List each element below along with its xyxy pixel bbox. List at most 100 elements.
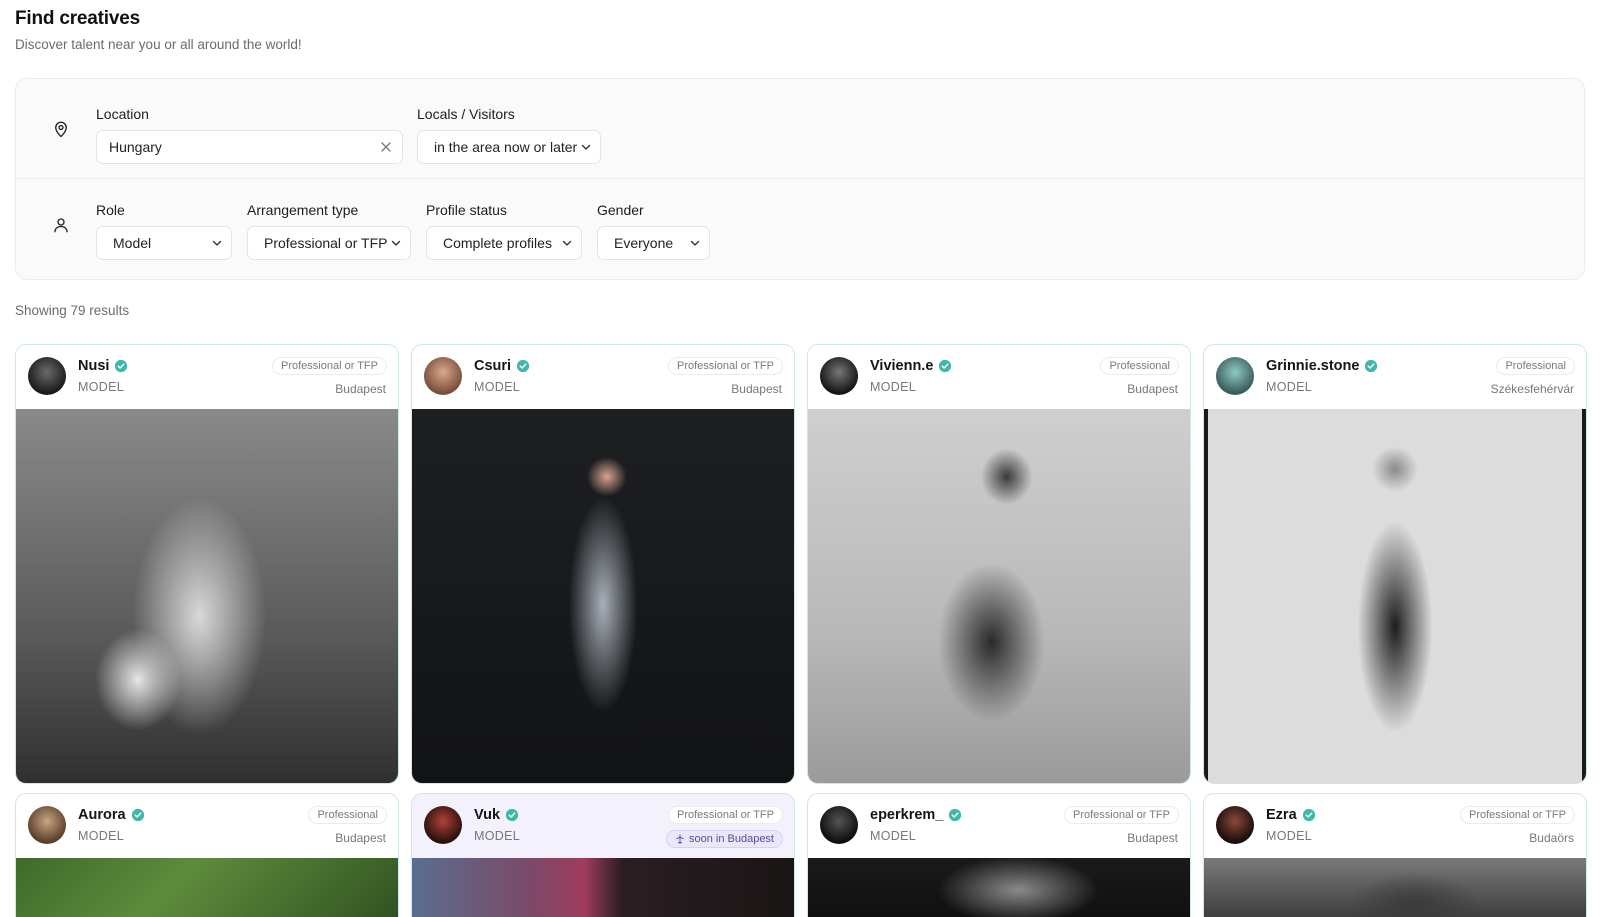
arrangement-badge: Professional or TFP (1063, 806, 1179, 824)
profile-card[interactable]: Ezra MODEL Professional or TFP Budaörs (1203, 793, 1587, 917)
verified-icon (516, 359, 530, 373)
arrangement-select[interactable]: Professional or TFP (247, 226, 411, 260)
role-value: Model (113, 235, 152, 251)
chevron-down-icon (212, 240, 222, 246)
role-select[interactable]: Model (96, 226, 232, 260)
user-icon (54, 218, 68, 233)
location-value: Hungary (109, 139, 162, 155)
profile-role: MODEL (1266, 829, 1312, 843)
avatar[interactable] (424, 806, 462, 844)
profile-photo[interactable] (808, 409, 1190, 783)
profile-name[interactable]: Aurora (78, 807, 145, 823)
role-filter: Role Model (96, 202, 232, 260)
profile-role: MODEL (474, 829, 520, 843)
page-title: Find creatives (15, 8, 140, 29)
profile-name[interactable]: eperkrem_ (870, 807, 962, 823)
locals-filter: Locals / Visitors in the area now or lat… (417, 106, 601, 164)
results-count: Showing 79 results (15, 303, 130, 318)
profile-role: MODEL (78, 380, 124, 394)
profile-name[interactable]: Ezra (1266, 807, 1316, 823)
profile-name-text: Csuri (474, 358, 512, 374)
profile-name[interactable]: Nusi (78, 358, 128, 374)
profile-card[interactable]: Nusi MODEL Professional or TFP Budapest (15, 344, 399, 784)
profile-name-text: Aurora (78, 807, 126, 823)
gender-label: Gender (597, 202, 644, 218)
profile-name-text: Vuk (474, 807, 501, 823)
avatar[interactable] (1216, 806, 1254, 844)
profile-city: Budapest (335, 382, 386, 396)
profile-card[interactable]: Aurora MODEL Professional Budapest (15, 793, 399, 917)
verified-icon (115, 359, 128, 373)
profile-role: MODEL (870, 829, 916, 843)
locals-select[interactable]: in the area now or later (417, 130, 601, 164)
profile-photo[interactable] (1204, 409, 1586, 783)
location-input[interactable]: Hungary (96, 130, 403, 164)
arrangement-badge: Professional (1496, 357, 1575, 375)
avatar[interactable] (820, 357, 858, 395)
arrangement-value: Professional or TFP (264, 235, 388, 251)
locals-label: Locals / Visitors (417, 106, 515, 122)
status-filter: Profile status Complete profiles (426, 202, 582, 260)
arrangement-label: Arrangement type (247, 202, 359, 218)
page-subtitle: Discover talent near you or all around t… (15, 37, 302, 52)
verified-icon (939, 359, 952, 373)
profile-city: Székesfehérvár (1490, 382, 1574, 396)
avatar[interactable] (424, 357, 462, 395)
profile-role: MODEL (870, 380, 916, 394)
arrangement-badge: Professional or TFP (667, 357, 783, 375)
locals-value: in the area now or later (434, 139, 578, 155)
location-label: Location (96, 106, 149, 122)
profile-photo[interactable] (412, 409, 794, 783)
verified-icon (949, 808, 962, 822)
arrangement-badge: Professional or TFP (271, 357, 387, 375)
avatar[interactable] (28, 357, 66, 395)
arrangement-badge: Professional or TFP (1459, 806, 1575, 824)
gender-select[interactable]: Everyone (597, 226, 710, 260)
chevron-down-icon (391, 240, 401, 246)
verified-icon (1365, 359, 1378, 373)
profile-card[interactable]: Vivienn.e MODEL Professional Budapest (807, 344, 1191, 784)
status-select[interactable]: Complete profiles (426, 226, 582, 260)
profile-photo[interactable] (808, 858, 1190, 917)
profile-name[interactable]: Vivienn.e (870, 358, 952, 374)
profile-city: Budapest (1127, 831, 1178, 845)
profile-name[interactable]: Csuri (474, 358, 530, 374)
profile-city: Budaörs (1529, 831, 1574, 845)
profile-name-text: Nusi (78, 358, 110, 374)
status-label: Profile status (426, 202, 507, 218)
profile-city: Budapest (1127, 382, 1178, 396)
gender-filter: Gender Everyone (597, 202, 710, 260)
profile-name-text: Grinnie.stone (1266, 358, 1360, 374)
profile-name-text: Ezra (1266, 807, 1297, 823)
profile-name-text: Vivienn.e (870, 358, 934, 374)
avatar[interactable] (1216, 357, 1254, 395)
location-pin-icon (55, 121, 67, 138)
verified-icon (1302, 808, 1315, 822)
profile-name[interactable]: Vuk (474, 807, 519, 823)
visiting-text: soon in Budapest (688, 833, 774, 845)
profile-card[interactable]: Vuk MODEL Professional or TFP soon in Bu… (411, 793, 795, 917)
status-value: Complete profiles (443, 235, 552, 251)
verified-icon (131, 808, 144, 822)
profile-city: Budapest (731, 382, 782, 396)
profile-name-text: eperkrem_ (870, 807, 944, 823)
avatar[interactable] (820, 806, 858, 844)
location-filter-row: Location Hungary Locals / Visitors in th… (16, 79, 1584, 179)
profile-photo[interactable] (1204, 858, 1586, 917)
profile-name[interactable]: Grinnie.stone (1266, 358, 1378, 374)
clear-icon[interactable] (380, 141, 392, 153)
profile-photo[interactable] (16, 858, 398, 917)
profile-photo[interactable] (16, 409, 398, 783)
profile-role: MODEL (1266, 380, 1312, 394)
verified-icon (505, 808, 519, 822)
visiting-badge: soon in Budapest (665, 830, 783, 848)
profile-card[interactable]: eperkrem_ MODEL Professional or TFP Buda… (807, 793, 1191, 917)
profile-role: MODEL (474, 380, 520, 394)
profile-filter-row: Role Model Arrangement type Professional… (16, 179, 1584, 279)
profile-card[interactable]: Csuri MODEL Professional or TFP Budapest (411, 344, 795, 784)
profile-city: Budapest (335, 831, 386, 845)
arrangement-badge: Professional (1100, 357, 1179, 375)
profile-photo[interactable] (412, 858, 794, 917)
avatar[interactable] (28, 806, 66, 844)
profile-card[interactable]: Grinnie.stone MODEL Professional Székesf… (1203, 344, 1587, 784)
